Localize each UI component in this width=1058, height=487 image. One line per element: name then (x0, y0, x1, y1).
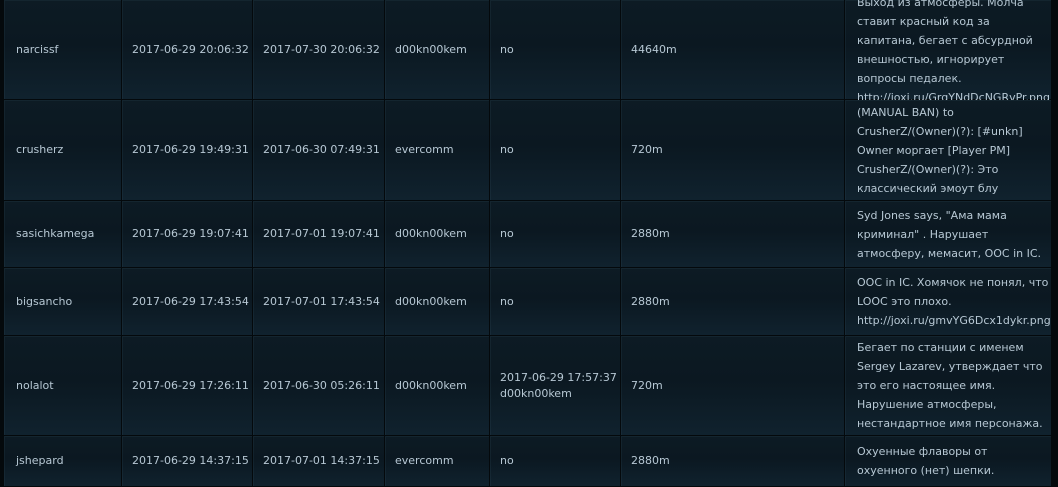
ckey-cell: crusherz (4, 100, 122, 201)
admin-cell: d00kn00kem (385, 0, 490, 100)
table-row: narcissf 2017-06-29 20:06:32 2017-07-30 … (0, 0, 1058, 104)
admin-cell: d00kn00kem (385, 336, 490, 436)
ckey-cell: narcissf (4, 0, 122, 100)
duration-cell: 720m (621, 336, 845, 436)
expire-time-cell: 2017-06-30 05:26:11 (253, 336, 385, 436)
unbanned-cell: no (490, 268, 621, 336)
reason-cell: Выход из атмосферы. Молча ставит красный… (845, 0, 1052, 104)
unbanned-cell: no (490, 201, 621, 268)
reason-cell: OOC in IC. Хомячок не понял, что LOOC эт… (845, 268, 1052, 336)
duration-cell: 2880m (621, 436, 845, 487)
admin-cell: evercomm (385, 100, 490, 201)
admin-cell: d00kn00kem (385, 201, 490, 268)
table-row: crusherz 2017-06-29 19:49:31 2017-06-30 … (0, 100, 1058, 201)
ckey-cell: nolalot (4, 336, 122, 436)
admin-cell: d00kn00kem (385, 268, 490, 336)
expire-time-cell: 2017-07-01 14:37:15 (253, 436, 385, 487)
ban-time-cell: 2017-06-29 14:37:15 (122, 436, 253, 487)
expire-time-cell: 2017-07-01 19:07:41 (253, 201, 385, 268)
unbanned-by: d00kn00kem (500, 386, 572, 400)
expire-time-cell: 2017-07-01 17:43:54 (253, 268, 385, 336)
reason-cell: Syd Jones says, "Ама мама криминал" . На… (845, 201, 1052, 268)
ban-time-cell: 2017-06-29 17:26:11 (122, 336, 253, 436)
ban-time-cell: 2017-06-29 20:06:32 (122, 0, 253, 100)
duration-cell: 2880m (621, 201, 845, 268)
table-row: bigsancho 2017-06-29 17:43:54 2017-07-01… (0, 268, 1058, 336)
ckey-cell: bigsancho (4, 268, 122, 336)
ban-time-cell: 2017-06-29 19:49:31 (122, 100, 253, 201)
table-row: nolalot 2017-06-29 17:26:11 2017-06-30 0… (0, 336, 1058, 436)
unbanned-cell: no (490, 100, 621, 201)
ckey-cell: jshepard (4, 436, 122, 487)
ban-list-table: narcissf 2017-06-29 20:06:32 2017-07-30 … (0, 0, 1058, 487)
table-row: jshepard 2017-06-29 14:37:15 2017-07-01 … (0, 436, 1058, 487)
unbanned-cell: 2017-06-29 17:57:37 d00kn00kem (490, 336, 621, 436)
table-right-edge (1052, 0, 1058, 487)
ban-time-cell: 2017-06-29 19:07:41 (122, 201, 253, 268)
unbanned-cell: no (490, 436, 621, 487)
ban-time-cell: 2017-06-29 17:43:54 (122, 268, 253, 336)
ckey-cell: sasichkamega (4, 201, 122, 268)
reason-cell: (MANUAL BAN) to CrusherZ/(Owner)(?): [#u… (845, 100, 1052, 201)
expire-time-cell: 2017-06-30 07:49:31 (253, 100, 385, 201)
expire-time-cell: 2017-07-30 20:06:32 (253, 0, 385, 100)
reason-cell: Бегает по станции с именем Sergey Lazare… (845, 336, 1052, 436)
unbanned-time: 2017-06-29 17:57:37 (500, 370, 617, 384)
duration-cell: 2880m (621, 268, 845, 336)
reason-cell: Охуенные флаворы от охуенного (нет) шепк… (845, 436, 1052, 487)
admin-cell: evercomm (385, 436, 490, 487)
duration-cell: 720m (621, 100, 845, 201)
table-row: sasichkamega 2017-06-29 19:07:41 2017-07… (0, 201, 1058, 268)
duration-cell: 44640m (621, 0, 845, 100)
unbanned-cell: no (490, 0, 621, 100)
